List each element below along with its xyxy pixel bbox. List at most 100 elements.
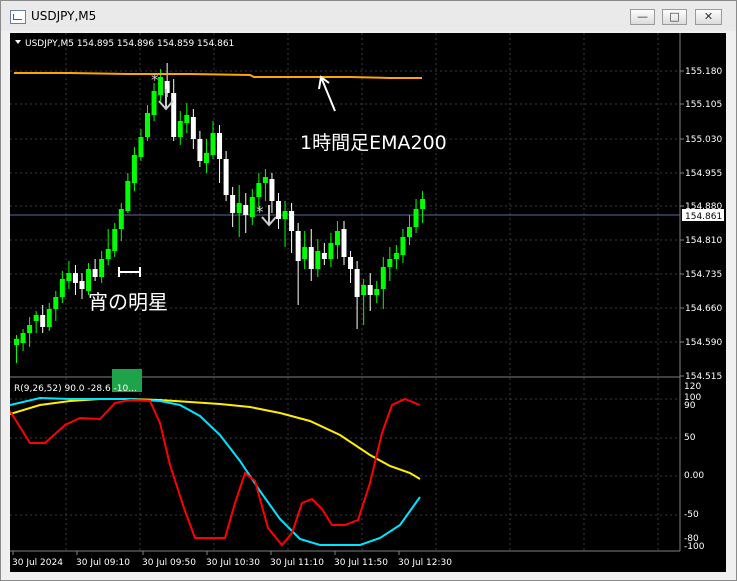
candle-body <box>393 253 399 259</box>
price-label: 154.660 <box>685 304 722 314</box>
maximize-button[interactable]: □ <box>662 9 687 25</box>
price-label: 155.105 <box>685 100 722 110</box>
minimize-icon: — <box>637 10 648 23</box>
candle-body <box>262 177 268 183</box>
ema-annotation-label: 1時間足EMA200 <box>300 132 447 154</box>
indicator-scale-label: 120 <box>684 382 701 392</box>
close-icon: ✕ <box>703 10 714 23</box>
candle-body <box>197 139 203 161</box>
candle-body <box>131 155 137 183</box>
candle-body <box>282 211 288 219</box>
candle-body <box>334 231 340 245</box>
indicator-info-line: R(9,26,52) 90.0 -28.6 -10... <box>14 384 137 394</box>
time-label: 30 Jul 2024 <box>12 558 63 568</box>
candle-body <box>40 315 46 327</box>
candle-body <box>315 251 321 269</box>
indicator-mid-line <box>10 396 421 546</box>
price-label: 155.180 <box>685 67 722 77</box>
candle-body <box>158 77 164 95</box>
up-arrow-icon <box>318 75 336 112</box>
candle-body <box>420 199 426 209</box>
time-label: 30 Jul 09:10 <box>76 558 130 568</box>
candle-body <box>308 247 314 269</box>
close-button[interactable]: ✕ <box>695 9 722 25</box>
price-label: 154.955 <box>685 169 722 179</box>
candle-body <box>66 273 72 281</box>
candle-body <box>249 197 255 217</box>
candle-body <box>269 179 275 201</box>
candle-body <box>112 229 118 251</box>
candle-body <box>190 117 196 139</box>
indicator-fast-line <box>10 397 421 547</box>
candle-body <box>125 181 131 211</box>
candle-body <box>177 121 183 137</box>
candle-body <box>145 113 150 137</box>
candle-body <box>46 309 52 327</box>
price-chart-svg[interactable]: * * 1時間足EMA200 宵の明星 USDJPY,M5 154.895 15… <box>10 33 726 572</box>
indicator-scale-label: 90 <box>684 401 696 411</box>
candle-body <box>151 91 157 115</box>
price-label: 154.810 <box>685 236 722 246</box>
chart-window-icon <box>10 10 26 24</box>
title-bar[interactable]: USDJPY,M5 — □ ✕ <box>1 1 736 31</box>
candle-body <box>217 133 223 159</box>
candle-body <box>367 285 373 295</box>
candle-body <box>138 137 144 157</box>
candle-body <box>289 211 295 231</box>
indicator-scale-label: -50 <box>684 510 699 520</box>
price-label: 154.735 <box>685 270 722 280</box>
candlestick-series[interactable] <box>14 63 426 363</box>
candle-body <box>210 133 216 155</box>
candle-body <box>256 183 262 197</box>
candle-body <box>53 297 59 309</box>
candle-body <box>361 285 367 295</box>
candle-body <box>413 209 419 227</box>
candle-body <box>387 259 393 267</box>
candle-body <box>302 247 308 259</box>
current-price-label: 154.861 <box>685 212 722 222</box>
price-scale[interactable]: 155.180155.105155.030154.955154.880154.8… <box>680 67 722 382</box>
candle-body <box>374 289 380 295</box>
indicator-scale[interactable]: 12010090500.00-50-80-100 <box>684 382 705 552</box>
indicator-slow-line <box>10 398 421 480</box>
app-window: USDJPY,M5 — □ ✕ * * 1時間足EMA200 宵の明星 USDJ… <box>0 0 737 581</box>
indicator-scale-label: -100 <box>684 542 705 552</box>
candle-body <box>295 231 301 261</box>
candle-body <box>20 333 26 343</box>
price-label: 154.590 <box>685 338 722 348</box>
time-label: 30 Jul 11:50 <box>334 558 388 568</box>
candle-body <box>171 93 177 137</box>
ema200-line <box>14 72 422 79</box>
candle-body <box>236 203 242 213</box>
chart-area[interactable]: * * 1時間足EMA200 宵の明星 USDJPY,M5 154.895 15… <box>10 33 726 572</box>
candle-body <box>59 279 65 297</box>
candle-body <box>118 209 124 229</box>
candle-body <box>86 269 92 291</box>
time-scale[interactable]: 30 Jul 2024 30 Jul 09:10 30 Jul 09:50 30 Ju… <box>12 551 452 568</box>
window-title: USDJPY,M5 <box>31 9 97 23</box>
candle-body <box>223 159 229 195</box>
candle-body <box>243 205 249 215</box>
evening-star-label: 宵の明星 <box>88 290 168 314</box>
chart-info-line: USDJPY,M5 154.895 154.896 154.859 154.86… <box>25 39 234 49</box>
time-label: 30 Jul 12:30 <box>398 558 452 568</box>
candle-body <box>354 269 360 297</box>
chart-menu-icon[interactable] <box>15 40 21 44</box>
evening-star-marker-1: * <box>151 71 159 89</box>
candle-body <box>33 315 39 321</box>
candle-body <box>380 267 386 289</box>
candle-body <box>230 195 236 213</box>
candle-body <box>79 281 85 289</box>
candle-body <box>92 269 98 277</box>
candle-body <box>321 253 327 259</box>
candle-body <box>203 153 209 163</box>
indicator-scale-label: 50 <box>684 433 696 443</box>
candle-body <box>99 259 105 277</box>
candle-body <box>348 257 354 269</box>
candle-body <box>27 325 33 333</box>
candle-body <box>400 237 406 255</box>
candle-body <box>72 273 78 283</box>
candle-body <box>105 249 111 259</box>
time-label: 30 Jul 09:50 <box>142 558 196 568</box>
minimize-button[interactable]: — <box>630 9 655 25</box>
